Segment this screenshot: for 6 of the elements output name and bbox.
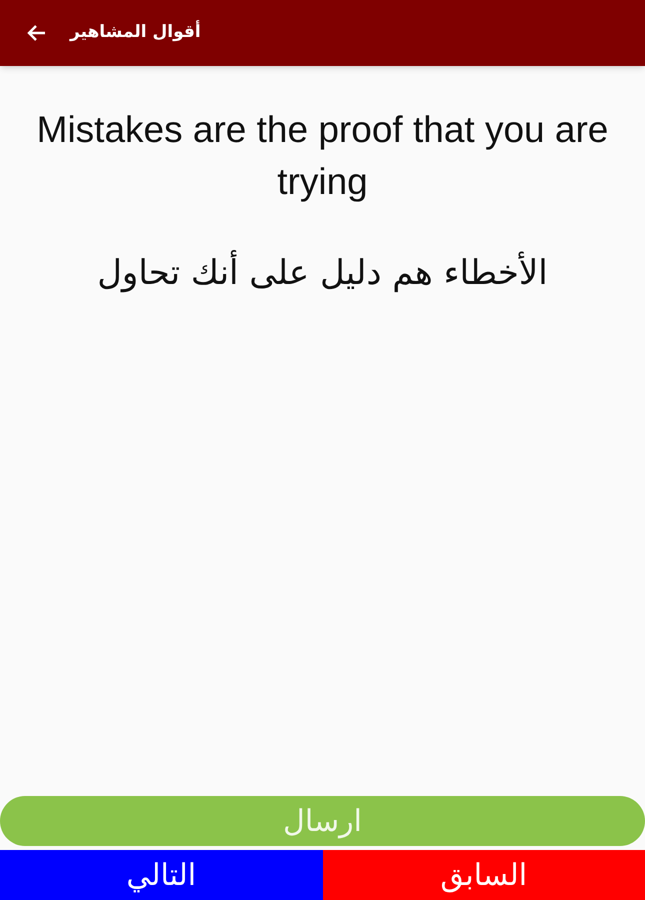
screen-title: أقوال المشاهير [70, 20, 201, 44]
quote-arabic: الأخطاء هم دليل على أنك تحاول [97, 248, 548, 299]
quote-english: Mistakes are the proof that you are trying [36, 108, 610, 204]
back-arrow-icon[interactable] [26, 24, 46, 42]
previous-button[interactable]: السابق [322, 850, 645, 900]
next-button[interactable]: التالي [0, 850, 322, 900]
